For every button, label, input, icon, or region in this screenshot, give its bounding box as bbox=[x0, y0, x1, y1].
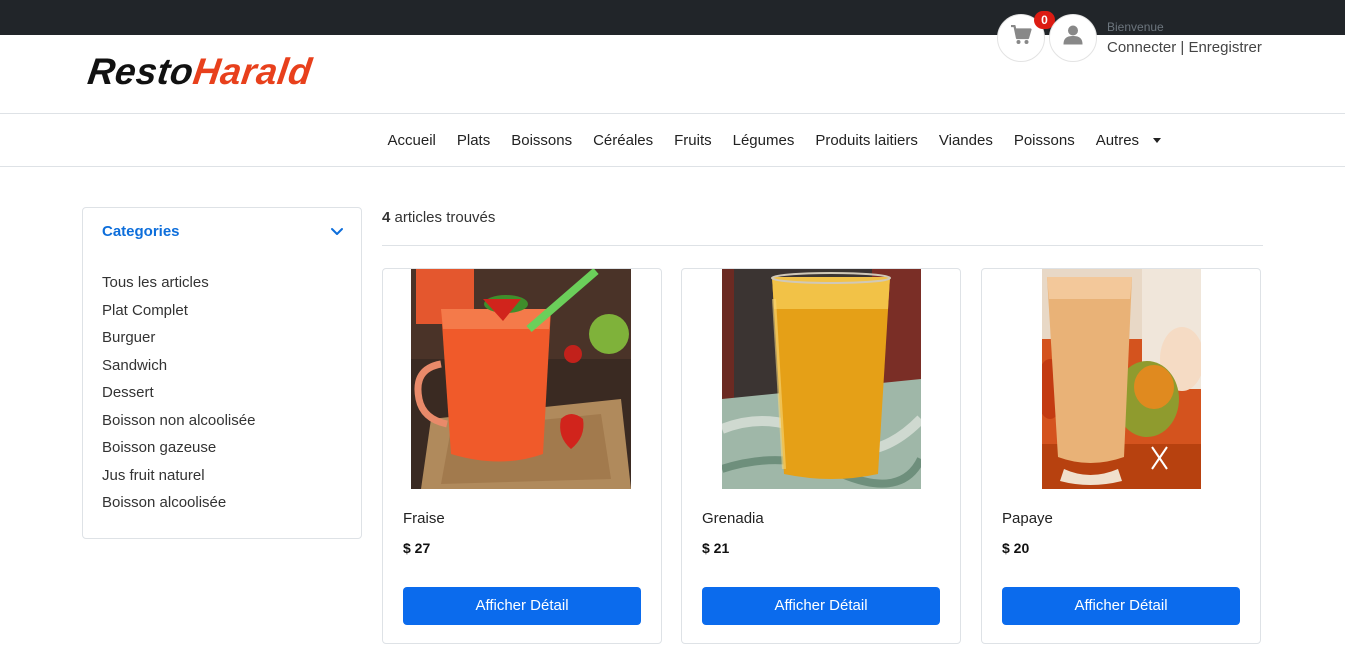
product-name: Grenadia bbox=[702, 510, 764, 527]
nav-item-fruits[interactable]: Fruits bbox=[664, 132, 723, 149]
brand-logo-part1: Resto bbox=[85, 51, 197, 92]
nav-menu: Accueil Plats Boissons Céréales Fruits Légume… bbox=[377, 114, 1161, 166]
category-item[interactable]: Burguer bbox=[102, 327, 255, 355]
main-navbar: Accueil Plats Boissons Céréales Fruits Légume… bbox=[0, 114, 1345, 167]
welcome-text: Bienvenue bbox=[1107, 20, 1164, 34]
category-list: Tous les articles Plat Complet Burguer Sand… bbox=[102, 272, 255, 520]
view-detail-button[interactable]: Afficher Détail bbox=[1002, 587, 1240, 625]
nav-item-autres[interactable]: Autres bbox=[1085, 132, 1149, 149]
category-item[interactable]: Boisson gazeuse bbox=[102, 437, 255, 465]
nav-item-céréales[interactable]: Céréales bbox=[583, 132, 664, 149]
nav-item-accueil[interactable]: Accueil bbox=[377, 132, 446, 149]
category-item[interactable]: Boisson alcoolisée bbox=[102, 492, 255, 520]
product-image-strawberry-juice[interactable] bbox=[411, 269, 631, 489]
product-name: Fraise bbox=[403, 510, 445, 527]
view-detail-button[interactable]: Afficher Détail bbox=[702, 587, 940, 625]
brand-logo-part2: Harald bbox=[190, 51, 315, 92]
category-item[interactable]: Dessert bbox=[102, 382, 255, 410]
product-card: Fraise $ 27 Afficher Détail bbox=[382, 268, 662, 644]
auth-separator: | bbox=[1176, 39, 1189, 56]
brand-logo[interactable]: Resto Harald bbox=[85, 51, 315, 95]
register-link[interactable]: Enregistrer bbox=[1188, 39, 1261, 56]
nav-item-boissons[interactable]: Boissons bbox=[501, 132, 583, 149]
result-count-label: articles trouvés bbox=[390, 209, 496, 226]
product-image-grenadia-juice[interactable] bbox=[722, 269, 921, 489]
category-sidebar: Categories Tous les articles Plat Complet… bbox=[82, 207, 362, 539]
nav-item-poissons[interactable]: Poissons bbox=[1003, 132, 1085, 149]
category-item[interactable]: Plat Complet bbox=[102, 300, 255, 328]
auth-links: Connecter | Enregistrer bbox=[1107, 39, 1262, 56]
category-item[interactable]: Tous les articles bbox=[102, 272, 255, 300]
category-item[interactable]: Boisson non alcoolisée bbox=[102, 410, 255, 438]
category-item[interactable]: Sandwich bbox=[102, 355, 255, 383]
user-button[interactable] bbox=[1049, 14, 1097, 62]
product-price: $ 20 bbox=[1002, 540, 1030, 556]
nav-item-viandes[interactable]: Viandes bbox=[928, 132, 1003, 149]
product-card: Grenadia $ 21 Afficher Détail bbox=[681, 268, 961, 644]
cart-icon bbox=[1011, 25, 1032, 44]
nav-item-plats[interactable]: Plats bbox=[446, 132, 500, 149]
product-card: Papaye $ 20 Afficher Détail bbox=[981, 268, 1261, 644]
product-name: Papaye bbox=[1002, 510, 1053, 527]
nav-item-légumes[interactable]: Légumes bbox=[722, 132, 805, 149]
caret-down-icon bbox=[1152, 137, 1161, 143]
view-detail-button[interactable]: Afficher Détail bbox=[403, 587, 641, 625]
results-divider bbox=[382, 245, 1263, 246]
result-count: 4 articles trouvés bbox=[382, 209, 495, 226]
sidebar-title[interactable]: Categories bbox=[102, 223, 180, 240]
nav-item-produits-laitiers[interactable]: Produits laitiers bbox=[805, 132, 929, 149]
user-icon bbox=[1063, 25, 1083, 45]
product-image-papaya-juice[interactable] bbox=[1042, 269, 1201, 489]
login-link[interactable]: Connecter bbox=[1107, 39, 1176, 56]
product-price: $ 27 bbox=[403, 540, 431, 556]
chevron-down-icon[interactable] bbox=[329, 226, 345, 238]
category-item[interactable]: Jus fruit naturel bbox=[102, 465, 255, 493]
product-price: $ 21 bbox=[702, 540, 730, 556]
